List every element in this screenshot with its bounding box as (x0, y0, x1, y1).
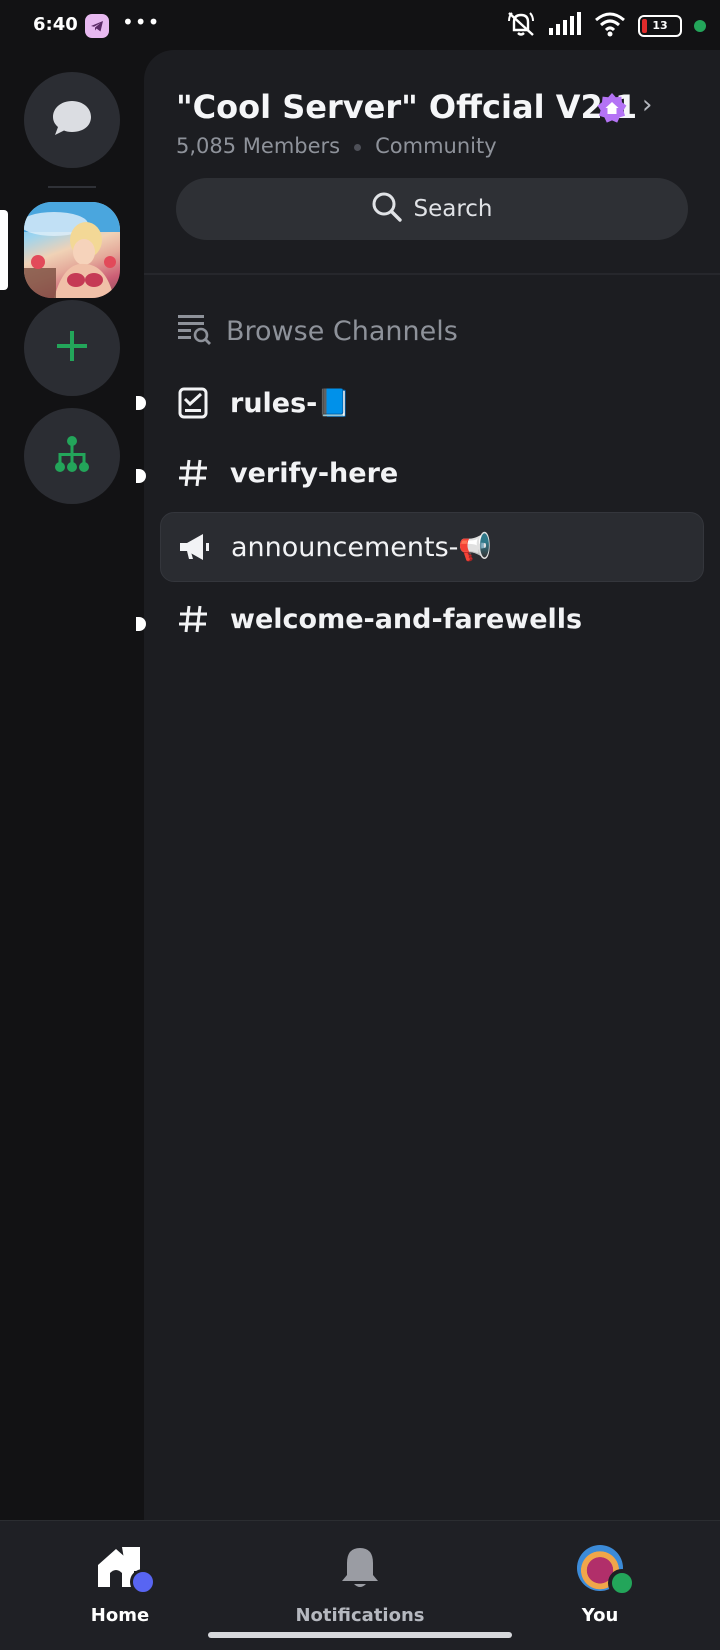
channel-item-welcome-and-farewells[interactable]: welcome-and-farewells (160, 584, 704, 654)
battery-icon: 13 (638, 15, 682, 37)
home-indicator-dot (130, 1569, 156, 1595)
browse-channels-label: Browse Channels (226, 315, 458, 347)
member-count: 5,085 Members (176, 134, 341, 158)
browse-channels-item[interactable]: Browse Channels (176, 312, 458, 350)
nav-you-tab[interactable]: You (520, 1545, 680, 1626)
channel-name: welcome-and-farewells (230, 603, 583, 635)
online-status-dot (608, 1569, 636, 1597)
rail-divider (48, 186, 96, 188)
direct-messages-button[interactable] (24, 72, 120, 168)
bell-off-icon (506, 10, 536, 42)
camera-in-use-dot (694, 20, 706, 32)
discover-hubs-button[interactable] (24, 408, 120, 504)
hash-icon (176, 456, 210, 490)
channel-name: announcements-📢 (231, 532, 493, 563)
bottom-nav: Home Notifications You (0, 1520, 720, 1650)
nav-notifications-tab[interactable]: Notifications (280, 1545, 440, 1626)
server-icon[interactable] (24, 202, 120, 298)
search-label: Search (413, 196, 493, 222)
add-server-button[interactable] (24, 300, 120, 396)
wifi-icon (594, 11, 626, 41)
channel-panel: "Cool Server" Offcial V2.1 › 5,085 Membe… (144, 50, 720, 1520)
rules-check-icon (176, 386, 210, 420)
telegram-icon (85, 14, 109, 38)
search-button[interactable]: Search (176, 178, 688, 240)
status-bar: 6:40 ••• 13 (0, 0, 720, 50)
channel-name: rules-📘 (230, 388, 351, 419)
gesture-bar (208, 1632, 512, 1638)
header-divider (144, 273, 720, 275)
chat-bubble-icon (50, 98, 94, 142)
server-name[interactable]: "Cool Server" Offcial V2.1 (176, 88, 637, 126)
server-rail (0, 50, 144, 1520)
bell-icon (339, 1545, 381, 1595)
megaphone-icon (177, 530, 211, 564)
status-time: 6:40 (33, 14, 78, 35)
status-more-icon: ••• (122, 10, 161, 34)
chevron-right-icon[interactable]: › (642, 90, 652, 120)
selected-server-indicator (0, 210, 8, 290)
community-badge-icon (596, 92, 628, 124)
hash-icon (176, 602, 210, 636)
nav-home-tab[interactable]: Home (40, 1545, 200, 1626)
channel-name: verify-here (230, 457, 399, 489)
plus-icon (55, 329, 89, 367)
channel-item-verify-here[interactable]: verify-here (160, 438, 704, 508)
channel-item-rules[interactable]: rules-📘 (160, 368, 704, 438)
nav-notifications-label: Notifications (295, 1605, 425, 1626)
server-meta: 5,085 Members Community (176, 134, 497, 158)
battery-level: 13 (652, 19, 668, 32)
nav-home-label: Home (90, 1605, 150, 1626)
browse-channels-icon (176, 312, 212, 350)
nav-you-label: You (581, 1605, 619, 1626)
channel-item-announcements[interactable]: announcements-📢 (160, 512, 704, 582)
signal-icon (548, 12, 582, 40)
server-type: Community (375, 134, 497, 158)
hub-tree-icon (51, 434, 93, 478)
search-icon (371, 191, 403, 227)
